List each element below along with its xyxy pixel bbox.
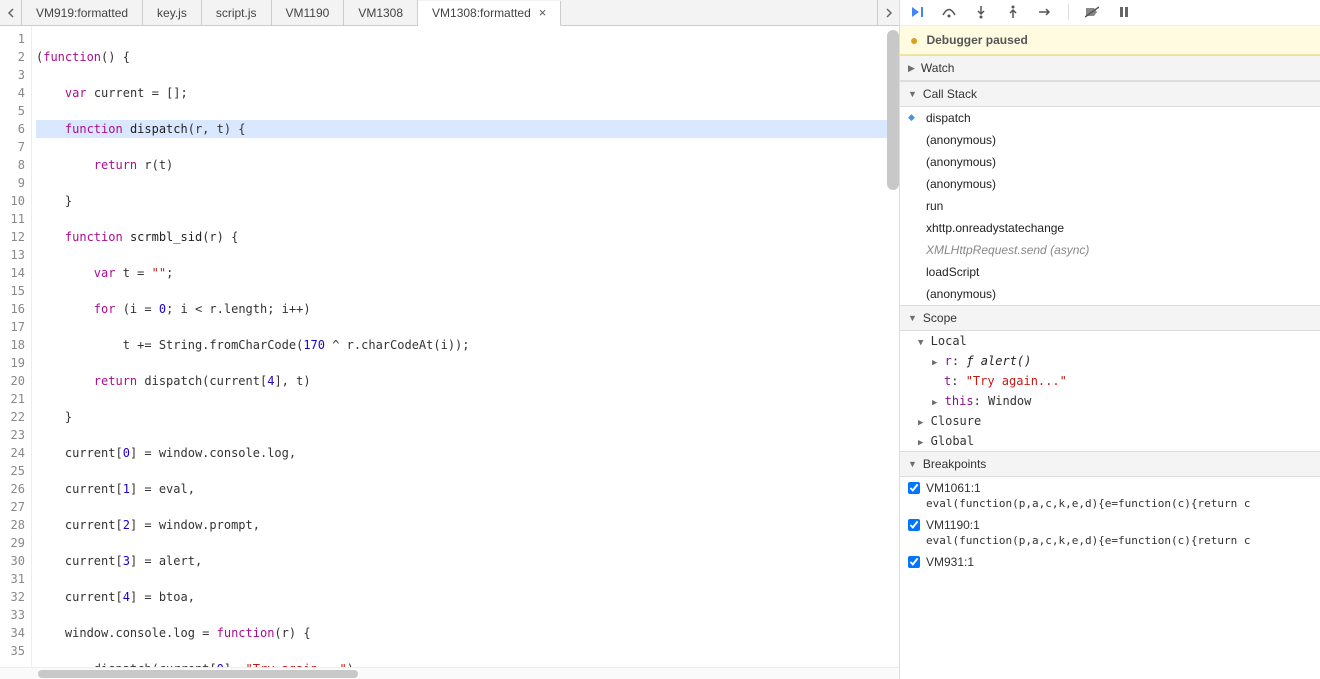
- breakpoint-checkbox[interactable]: [908, 556, 920, 568]
- tab-vm1308[interactable]: VM1308: [344, 0, 418, 25]
- step-out-icon[interactable]: [1004, 3, 1022, 21]
- breakpoints-section-header[interactable]: ▼Breakpoints: [900, 451, 1320, 477]
- scope-global[interactable]: ▶ Global: [900, 431, 1320, 451]
- breakpoint-item[interactable]: VM1190:1: [900, 514, 1320, 534]
- breakpoint-code: eval(function(p,a,c,k,e,d){e=function(c)…: [900, 534, 1320, 551]
- debugger-status-text: Debugger paused: [926, 33, 1027, 47]
- callstack-list: dispatch (anonymous) (anonymous) (anonym…: [900, 107, 1320, 305]
- step-over-icon[interactable]: [940, 3, 958, 21]
- breakpoint-item[interactable]: VM931:1: [900, 551, 1320, 571]
- breakpoint-code: eval(function(p,a,c,k,e,d){e=function(c)…: [900, 497, 1320, 514]
- tabs-bar: VM919:formatted key.js script.js VM1190 …: [0, 0, 899, 26]
- breakpoint-checkbox[interactable]: [908, 519, 920, 531]
- resume-icon[interactable]: [908, 3, 926, 21]
- pause-exceptions-icon[interactable]: [1115, 3, 1133, 21]
- tab-nav-next[interactable]: [877, 0, 899, 25]
- tab-scriptjs[interactable]: script.js: [202, 0, 272, 25]
- breakpoint-checkbox[interactable]: [908, 482, 920, 494]
- scope-var-r[interactable]: ▶ r: ƒ alert(): [900, 351, 1320, 371]
- tab-nav-prev[interactable]: [0, 0, 22, 25]
- watch-section-header[interactable]: ▶Watch: [900, 55, 1320, 81]
- chevron-down-icon: ▼: [908, 313, 917, 323]
- stack-frame[interactable]: (anonymous): [900, 129, 1320, 151]
- debugger-status-bar: ● Debugger paused: [900, 26, 1320, 55]
- stack-frame[interactable]: xhttp.onreadystatechange: [900, 217, 1320, 239]
- line-gutter: 1234567891011121314151617181920212223242…: [0, 26, 32, 667]
- tab-keyjs[interactable]: key.js: [143, 0, 202, 25]
- callstack-section-header[interactable]: ▼Call Stack: [900, 81, 1320, 107]
- deactivate-breakpoints-icon[interactable]: [1083, 3, 1101, 21]
- scope-closure[interactable]: ▶ Closure: [900, 411, 1320, 431]
- stack-frame[interactable]: run: [900, 195, 1320, 217]
- stack-frame[interactable]: (anonymous): [900, 151, 1320, 173]
- warning-icon: ●: [910, 32, 918, 48]
- debugger-toolbar: [900, 0, 1320, 26]
- chevron-right-icon: ▶: [908, 63, 915, 74]
- breakpoint-item[interactable]: VM1061:1: [900, 477, 1320, 497]
- chevron-down-icon: ▼: [908, 89, 917, 99]
- breakpoints-list: VM1061:1 eval(function(p,a,c,k,e,d){e=fu…: [900, 477, 1320, 571]
- stack-frame[interactable]: (anonymous): [900, 283, 1320, 305]
- stack-frame[interactable]: (anonymous): [900, 173, 1320, 195]
- stack-frame[interactable]: loadScript: [900, 261, 1320, 283]
- stack-frame-async: XMLHttpRequest.send (async): [900, 239, 1320, 261]
- tab-close-icon[interactable]: ×: [539, 5, 547, 20]
- tab-vm1190[interactable]: VM1190: [272, 0, 345, 25]
- scope-var-this[interactable]: ▶ this: Window: [900, 391, 1320, 411]
- debugger-panel: ● Debugger paused ▶Watch ▼Call Stack dis…: [900, 0, 1320, 679]
- code-editor[interactable]: 1234567891011121314151617181920212223242…: [0, 26, 899, 667]
- scope-section-header[interactable]: ▼Scope: [900, 305, 1320, 331]
- tab-vm919[interactable]: VM919:formatted: [22, 0, 143, 25]
- vertical-scrollbar[interactable]: [887, 30, 899, 190]
- horizontal-scrollbar[interactable]: [0, 667, 899, 679]
- step-icon[interactable]: [1036, 3, 1054, 21]
- stack-frame[interactable]: dispatch: [900, 107, 1320, 129]
- tab-vm1308-formatted[interactable]: VM1308:formatted×: [418, 1, 561, 26]
- scope-var-t[interactable]: t: "Try again...": [900, 371, 1320, 391]
- code-content: (function() { var current = []; function…: [32, 26, 899, 667]
- chevron-down-icon: ▼: [908, 459, 917, 469]
- source-panel: VM919:formatted key.js script.js VM1190 …: [0, 0, 900, 679]
- scope-local[interactable]: ▼ Local: [900, 331, 1320, 351]
- step-into-icon[interactable]: [972, 3, 990, 21]
